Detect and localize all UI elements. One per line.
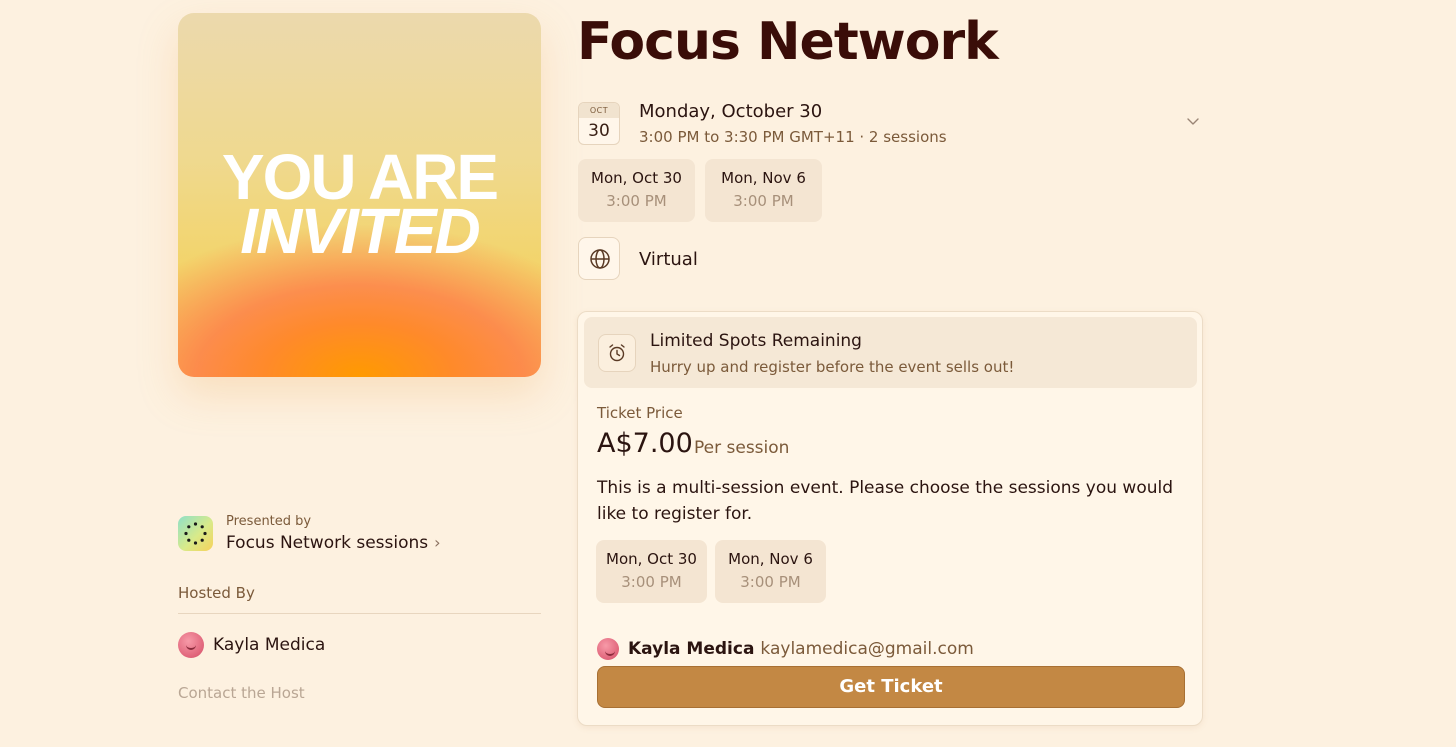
session-time: 3:00 PM bbox=[740, 573, 801, 591]
presenter-logo-icon bbox=[178, 515, 213, 551]
presenter-name[interactable]: Focus Network sessions › bbox=[226, 533, 441, 553]
divider bbox=[178, 613, 541, 614]
alarm-clock-icon bbox=[598, 334, 636, 372]
date-icon-day: 30 bbox=[588, 121, 610, 141]
ticket-price: A$7.00 bbox=[597, 428, 693, 459]
cover-text-line2: INVITED bbox=[240, 195, 480, 267]
limited-spots-alert: Limited Spots Remaining Hurry up and reg… bbox=[584, 317, 1197, 388]
presenter-link[interactable]: Presented by Focus Network sessions › bbox=[178, 514, 441, 553]
event-location: Virtual bbox=[639, 249, 698, 270]
session-date: Mon, Nov 6 bbox=[728, 550, 813, 568]
session-time: 3:00 PM bbox=[606, 192, 667, 210]
event-time-sessions: 3:00 PM to 3:30 PM GMT+11 · 2 sessions bbox=[639, 128, 947, 146]
globe-icon bbox=[578, 237, 620, 280]
event-cover-image: YOU ARE INVITED bbox=[178, 13, 541, 377]
event-date: Monday, October 30 bbox=[639, 101, 823, 122]
ticket-price-label: Ticket Price bbox=[597, 404, 683, 422]
avatar-icon bbox=[597, 638, 619, 660]
session-date: Mon, Oct 30 bbox=[591, 169, 682, 187]
multi-session-description: This is a multi-session event. Please ch… bbox=[597, 478, 1174, 524]
get-ticket-button[interactable]: Get Ticket bbox=[597, 666, 1185, 708]
event-title: Focus Network bbox=[577, 12, 999, 72]
date-icon-month: OCT bbox=[579, 103, 619, 118]
alert-subtitle: Hurry up and register before the event s… bbox=[650, 358, 1015, 376]
register-session-nov6[interactable]: Mon, Nov 6 3:00 PM bbox=[715, 540, 826, 603]
session-time: 3:00 PM bbox=[733, 192, 794, 210]
chevron-right-icon: › bbox=[434, 533, 441, 553]
chevron-down-icon[interactable] bbox=[1186, 114, 1200, 128]
host-name: Kayla Medica bbox=[213, 635, 326, 655]
session-date: Mon, Oct 30 bbox=[606, 550, 697, 568]
presenter-name-text: Focus Network sessions bbox=[226, 532, 429, 553]
presenter-label: Presented by bbox=[226, 514, 312, 529]
calendar-date-icon: OCT 30 bbox=[578, 102, 620, 145]
avatar-icon bbox=[178, 632, 204, 658]
session-chip-nov6[interactable]: Mon, Nov 6 3:00 PM bbox=[705, 159, 822, 222]
registration-card: Limited Spots Remaining Hurry up and reg… bbox=[577, 311, 1203, 726]
register-session-oct30[interactable]: Mon, Oct 30 3:00 PM bbox=[596, 540, 707, 603]
host-item[interactable]: Kayla Medica bbox=[178, 632, 325, 658]
registrant-info: Kayla Medica kaylamedica@gmail.com bbox=[597, 638, 974, 660]
hosted-by-heading: Hosted By bbox=[178, 584, 255, 602]
session-time: 3:00 PM bbox=[621, 573, 682, 591]
price-unit: Per session bbox=[694, 438, 790, 458]
alert-title: Limited Spots Remaining bbox=[650, 331, 862, 351]
session-chip-oct30[interactable]: Mon, Oct 30 3:00 PM bbox=[578, 159, 695, 222]
contact-host-link[interactable]: Contact the Host bbox=[178, 684, 305, 702]
registrant-email: kaylamedica@gmail.com bbox=[760, 639, 974, 659]
registrant-name: Kayla Medica bbox=[628, 639, 755, 659]
session-date: Mon, Nov 6 bbox=[721, 169, 806, 187]
